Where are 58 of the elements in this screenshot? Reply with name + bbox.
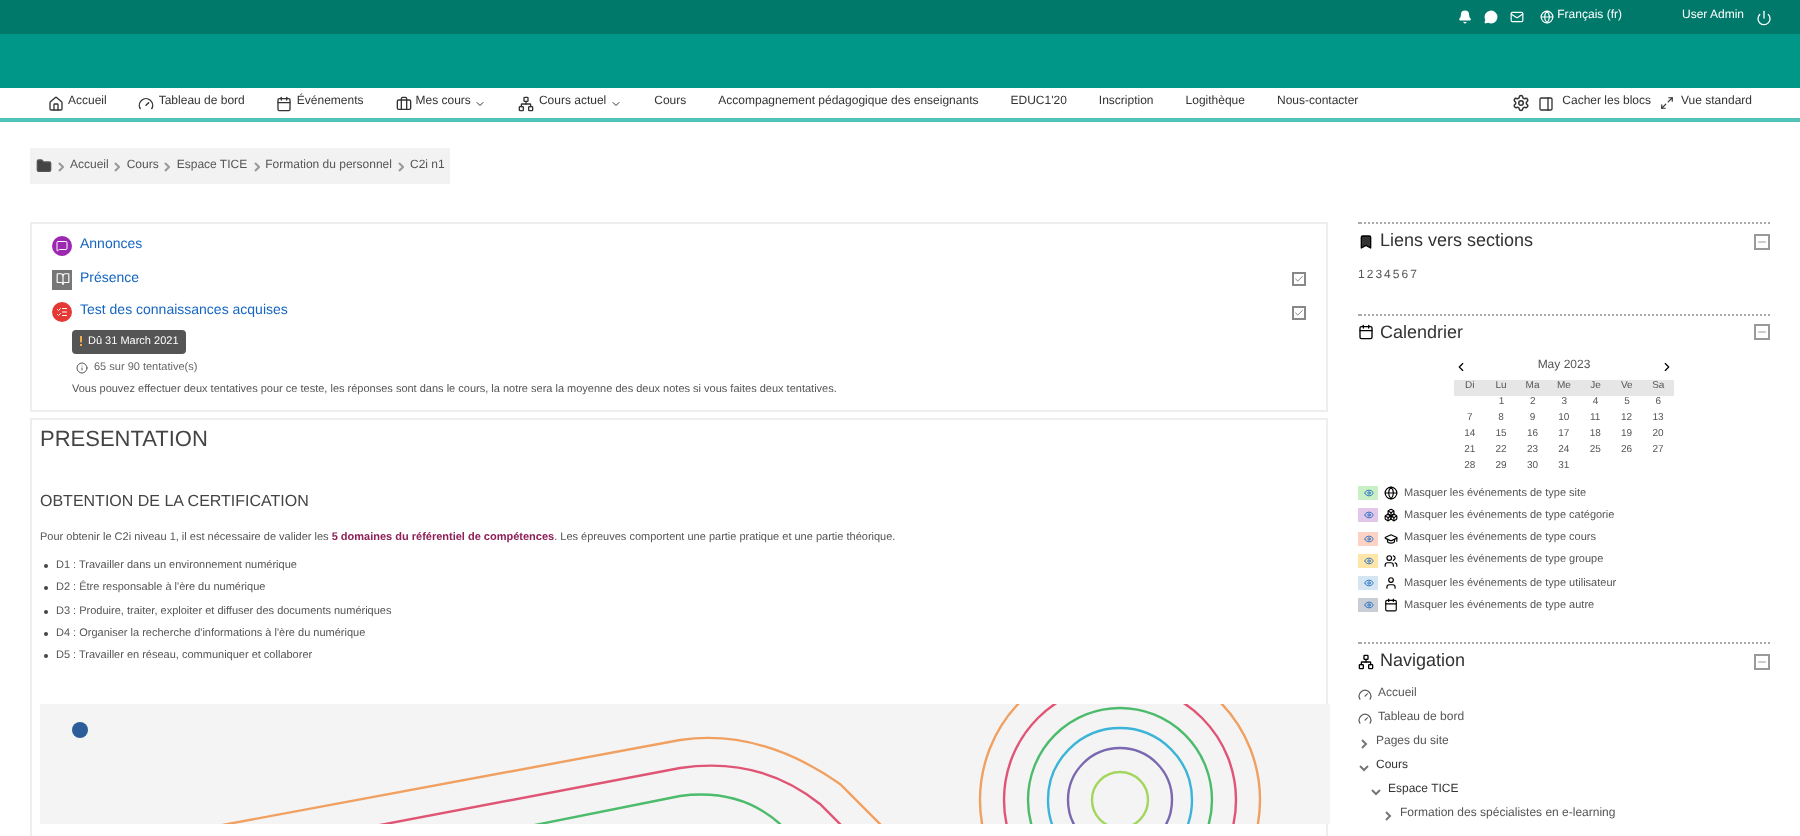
section-title: PRESENTATION <box>40 426 210 457</box>
eye-toggle[interactable] <box>1358 486 1378 501</box>
dashboard-icon <box>1358 688 1372 702</box>
bell-icon[interactable] <box>1457 10 1472 24</box>
attendance-icon <box>52 269 72 290</box>
block-title: Navigation <box>1380 648 1466 674</box>
chevron-icon[interactable] <box>1358 737 1370 749</box>
previous-month-icon[interactable] <box>1454 360 1468 374</box>
gauge-icon <box>138 95 155 111</box>
chevron-right-icon <box>164 161 171 171</box>
eye-toggle[interactable] <box>1358 531 1378 546</box>
calendar-icon <box>1358 324 1374 341</box>
chevron-right-icon <box>397 161 404 171</box>
globe-icon <box>1384 486 1398 501</box>
eye-toggle[interactable] <box>1358 598 1378 613</box>
quiz-icon <box>52 302 72 323</box>
chevron-right-icon <box>114 161 121 171</box>
settings-icon[interactable] <box>1512 94 1531 112</box>
collapse-icon[interactable] <box>1754 233 1770 250</box>
users-icon <box>1384 553 1398 568</box>
cubes-icon <box>1384 508 1398 523</box>
next-month-icon[interactable] <box>1659 360 1674 374</box>
calendar-icon <box>276 95 293 111</box>
folder-icon <box>36 158 52 174</box>
panel-icon <box>1538 95 1555 111</box>
section-subtitle: OBTENTION DE LA CERTIFICATION <box>40 489 311 514</box>
calendar-icon <box>1384 598 1398 613</box>
sitemap-icon <box>1358 653 1374 670</box>
block-title: Calendrier <box>1380 319 1464 345</box>
chevron-icon[interactable] <box>1358 761 1370 773</box>
chevron-icon[interactable] <box>1382 809 1394 821</box>
home-icon <box>48 95 64 111</box>
chevron-icon[interactable] <box>1370 785 1382 797</box>
expand-icon <box>1659 96 1674 110</box>
block-title: Liens vers sections <box>1380 228 1534 254</box>
collapse-icon[interactable] <box>1754 653 1770 670</box>
caret-icon <box>474 97 487 109</box>
eye-toggle[interactable] <box>1358 553 1378 568</box>
chevron-right-icon <box>58 161 64 171</box>
globe-icon <box>1539 10 1554 24</box>
completion-checkbox[interactable] <box>1292 305 1306 320</box>
caret-icon <box>610 97 623 109</box>
eye-toggle[interactable] <box>1358 508 1378 523</box>
graduation-cap-icon <box>1384 531 1398 546</box>
user-icon <box>1384 576 1398 591</box>
eye-toggle[interactable] <box>1358 576 1378 591</box>
briefcase-icon <box>395 95 412 111</box>
chevron-right-icon <box>253 161 260 171</box>
info-icon <box>76 361 88 374</box>
mail-icon[interactable] <box>1509 10 1524 24</box>
power-icon[interactable] <box>1756 9 1772 25</box>
completion-checkbox[interactable] <box>1292 272 1306 287</box>
bookmark-icon <box>1358 233 1374 250</box>
chat-icon[interactable] <box>1483 10 1498 24</box>
collapse-icon[interactable] <box>1754 324 1770 341</box>
dashboard-icon <box>1358 712 1372 726</box>
sitemap-icon <box>518 95 535 111</box>
forum-icon <box>52 236 72 257</box>
